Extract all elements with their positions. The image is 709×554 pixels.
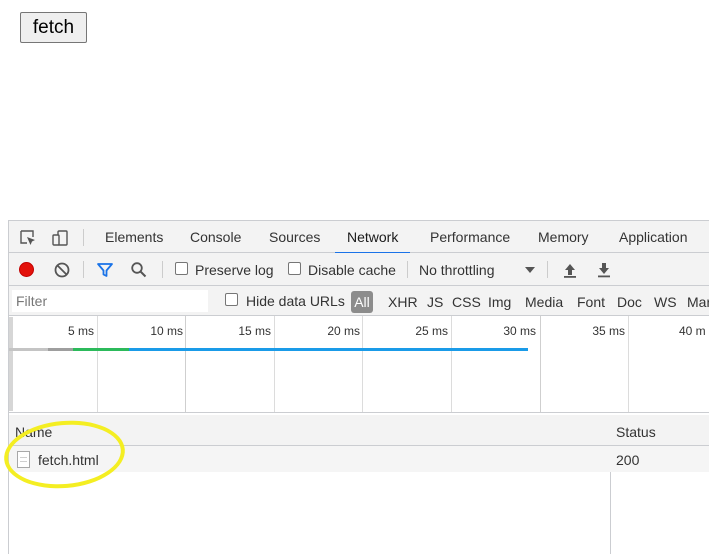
type-filter-all[interactable]: All xyxy=(351,291,373,313)
type-filter-css[interactable]: CSS xyxy=(452,286,481,316)
table-row[interactable]: fetch.html 200 xyxy=(9,446,709,472)
tab-application[interactable]: Application xyxy=(619,221,688,253)
preserve-log-label: Preserve log xyxy=(195,262,274,278)
import-har-icon[interactable] xyxy=(561,261,579,279)
devtools-panel: Elements Console Sources Network Perform… xyxy=(8,220,709,554)
waterfall-queueing-bar xyxy=(9,348,48,351)
type-filter-media[interactable]: Media xyxy=(525,286,563,316)
tick-line xyxy=(185,316,186,412)
tick-label: 30 ms xyxy=(503,324,536,338)
waterfall-download-bar xyxy=(129,348,528,351)
dropdown-arrow-icon[interactable] xyxy=(521,261,539,279)
tick-line xyxy=(97,316,98,412)
tick-line xyxy=(362,316,363,412)
type-filter-img[interactable]: Img xyxy=(488,286,511,316)
request-name[interactable]: fetch.html xyxy=(38,452,99,468)
tick-label: 35 ms xyxy=(592,324,625,338)
type-filter-js[interactable]: JS xyxy=(427,286,443,316)
type-filter-font[interactable]: Font xyxy=(577,286,605,316)
export-har-icon[interactable] xyxy=(595,261,613,279)
tick-line xyxy=(451,316,452,412)
tick-label: 10 ms xyxy=(150,324,183,338)
tick-line xyxy=(274,316,275,412)
clear-icon[interactable] xyxy=(53,261,71,279)
type-filter-xhr[interactable]: XHR xyxy=(388,286,418,316)
divider xyxy=(83,229,84,246)
timeline-overview[interactable]: 5 ms 10 ms 15 ms 20 ms 25 ms 30 ms 35 ms… xyxy=(9,316,709,413)
waterfall-stalled-bar xyxy=(48,348,73,351)
tick-label: 15 ms xyxy=(238,324,271,338)
tab-elements[interactable]: Elements xyxy=(105,221,163,253)
tick-line xyxy=(628,316,629,412)
tab-network[interactable]: Network xyxy=(334,221,411,254)
waterfall-waiting-bar xyxy=(73,348,129,351)
divider xyxy=(407,261,408,278)
tab-memory[interactable]: Memory xyxy=(538,221,589,253)
document-icon xyxy=(17,451,30,468)
filter-input[interactable] xyxy=(12,290,208,312)
filter-icon[interactable] xyxy=(96,261,114,279)
fetch-button[interactable]: fetch xyxy=(20,12,87,43)
overview-left-handle[interactable] xyxy=(9,317,13,411)
search-icon[interactable] xyxy=(130,261,148,279)
disable-cache-label: Disable cache xyxy=(308,262,396,278)
divider xyxy=(83,261,84,278)
inspect-element-icon[interactable] xyxy=(19,229,37,247)
divider xyxy=(162,261,163,278)
devtools-tabbar: Elements Console Sources Network Perform… xyxy=(9,221,709,254)
tab-console[interactable]: Console xyxy=(190,221,241,253)
throttling-select[interactable]: No throttling xyxy=(419,262,494,278)
tick-label: 40 m xyxy=(679,324,706,338)
hide-data-urls-label: Hide data URLs xyxy=(246,293,345,309)
tick-line xyxy=(540,316,541,412)
divider xyxy=(547,261,548,278)
network-toolbar: Preserve log Disable cache No throttling xyxy=(9,253,709,286)
type-filter-ws[interactable]: WS xyxy=(654,286,677,316)
table-header: Name Status xyxy=(9,415,709,446)
filter-bar: Hide data URLs All XHR JS CSS Img Media … xyxy=(9,286,709,316)
record-button[interactable] xyxy=(19,262,34,277)
device-toolbar-icon[interactable] xyxy=(51,229,69,247)
tick-label: 25 ms xyxy=(415,324,448,338)
tick-label: 5 ms xyxy=(67,324,94,338)
column-header-name[interactable]: Name xyxy=(15,424,52,440)
hide-data-urls-checkbox[interactable] xyxy=(225,293,238,306)
tick-label: 20 ms xyxy=(327,324,360,338)
tab-performance[interactable]: Performance xyxy=(430,221,510,253)
preserve-log-checkbox[interactable] xyxy=(175,262,188,275)
tab-sources[interactable]: Sources xyxy=(269,221,320,253)
type-filter-manifest[interactable]: Mar xyxy=(687,286,709,316)
column-header-status[interactable]: Status xyxy=(616,424,656,440)
request-status: 200 xyxy=(616,452,640,468)
disable-cache-checkbox[interactable] xyxy=(288,262,301,275)
type-filter-doc[interactable]: Doc xyxy=(617,286,642,316)
